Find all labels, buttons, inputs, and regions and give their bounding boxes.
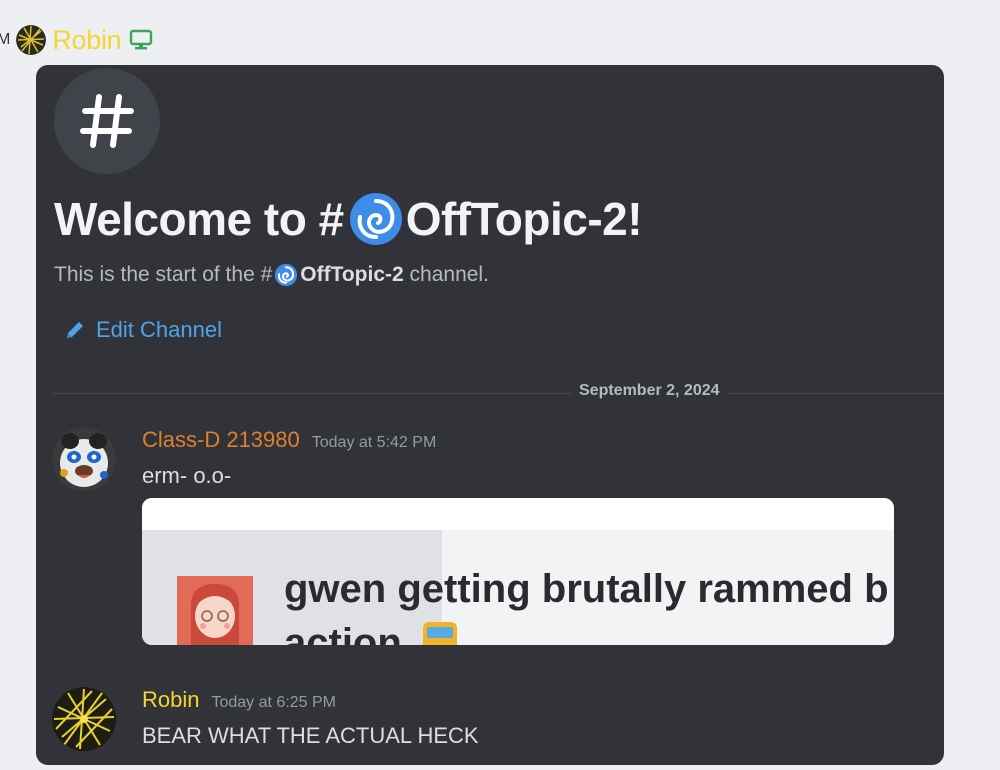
message-header: Robin Today at 6:25 PM <box>142 687 336 713</box>
avatar-girl-icon <box>177 576 253 645</box>
date-divider-line <box>52 393 944 394</box>
previous-message-fragment: M Robin <box>0 22 153 58</box>
message-timestamp: Today at 5:42 PM <box>311 434 437 451</box>
hash-icon <box>80 94 134 148</box>
cyclone-emoji-icon <box>275 263 298 287</box>
channel-panel: Welcome to # OffTopic-2! This is the sta… <box>36 65 944 765</box>
author-avatar[interactable] <box>52 427 116 491</box>
author-name[interactable]: Class-D 213980 <box>142 427 300 453</box>
welcome-prefix: Welcome to # <box>54 193 344 245</box>
message-content: BEAR WHAT THE ACTUAL HECK <box>142 723 479 748</box>
constellation-avatar-icon <box>52 687 116 751</box>
edit-channel-label: Edit Channel <box>96 317 222 342</box>
cyclone-emoji-icon <box>349 193 402 245</box>
message-timestamp: Today at 6:25 PM <box>211 694 336 711</box>
embed-title[interactable]: gwen getting brutally rammed b <box>284 562 889 616</box>
username[interactable]: Robin <box>52 25 121 56</box>
panda-avatar-icon <box>52 427 116 491</box>
cut-off-text: M <box>0 31 11 48</box>
embed-thumbnail[interactable] <box>177 576 253 645</box>
embed-title-continued: action <box>284 621 402 645</box>
edit-channel-button[interactable]: Edit Channel <box>64 317 222 343</box>
welcome-heading: Welcome to # OffTopic-2! <box>54 191 643 247</box>
embed-top-bar <box>142 498 894 530</box>
pencil-icon <box>67 322 83 338</box>
bus-emoji-icon <box>422 622 457 645</box>
channel-start-text: This is the start of the # OffTopic-2 ch… <box>54 263 489 287</box>
welcome-channel-name: OffTopic-2! <box>405 193 643 245</box>
author-avatar[interactable] <box>52 687 116 751</box>
message-content: erm- o.o- <box>142 463 232 488</box>
date-divider-label: September 2, 2024 <box>571 382 728 400</box>
channel-mention[interactable]: OffTopic-2 <box>272 263 404 287</box>
link-embed[interactable]: gwen getting brutally rammed b action <box>142 498 894 645</box>
channel-mention-label: OffTopic-2 <box>300 263 404 286</box>
message-header: Class-D 213980 Today at 5:42 PM <box>142 427 436 453</box>
start-suffix: channel. <box>403 263 489 286</box>
channel-icon <box>54 68 160 174</box>
author-name[interactable]: Robin <box>142 687 199 713</box>
start-prefix: This is the start of the # <box>54 263 273 286</box>
embed-title-line-2: action <box>284 616 461 645</box>
user-avatar-icon[interactable] <box>16 25 47 55</box>
desktop-icon <box>130 29 153 50</box>
